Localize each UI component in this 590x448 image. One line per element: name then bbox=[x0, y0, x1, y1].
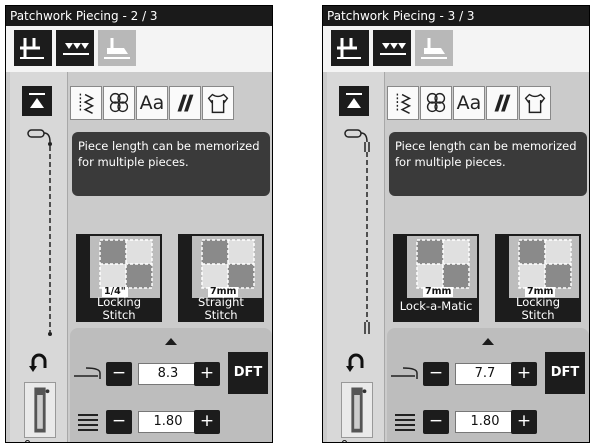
length-decrease-button[interactable]: − bbox=[106, 362, 132, 386]
stitch-tile-locking[interactable]: 7mm Locking Stitch bbox=[495, 234, 581, 322]
stitch-density-icon bbox=[78, 414, 98, 431]
stitch-tile-locking[interactable]: 1/4" Locking Stitch bbox=[76, 234, 162, 322]
screen-patchwork-2-of-3: Patchwork Piecing - 2 / 3 Aa Piece lengt… bbox=[5, 5, 273, 443]
stitch-length-icon bbox=[74, 367, 101, 379]
tile-label: Lock-a-Matic bbox=[399, 299, 473, 313]
letters-icon[interactable]: Aa bbox=[453, 86, 485, 120]
width-decrease-button[interactable]: − bbox=[106, 410, 132, 434]
stitch-tile-straight[interactable]: 7mm Straight Stitch bbox=[178, 234, 264, 322]
stitch-density-icon bbox=[395, 414, 415, 431]
stitch-panel: 0 Aa Piece length can be memorized for m… bbox=[323, 72, 589, 442]
utility-stitch-icon[interactable] bbox=[387, 86, 419, 120]
width-value[interactable]: 1.80 bbox=[455, 411, 515, 433]
quilt-icon[interactable] bbox=[486, 86, 518, 120]
presser-foot-icon[interactable] bbox=[98, 30, 136, 66]
adjustment-panel: − 7.7 + DFT − 1.80 + bbox=[387, 328, 589, 442]
stitch-mode-icon[interactable] bbox=[14, 30, 52, 66]
expand-up-icon[interactable] bbox=[482, 338, 494, 345]
presser-foot-indicator-icon bbox=[341, 382, 373, 438]
presser-foot-icon[interactable] bbox=[415, 30, 453, 66]
width-decrease-button[interactable]: − bbox=[423, 410, 449, 434]
adjustment-panel: − 8.3 + DFT − 1.80 + bbox=[70, 328, 272, 442]
garment-icon[interactable] bbox=[202, 86, 234, 120]
length-increase-button[interactable]: + bbox=[511, 362, 537, 386]
length-increase-button[interactable]: + bbox=[194, 362, 220, 386]
quilt-icon[interactable] bbox=[169, 86, 201, 120]
letters-icon[interactable]: Aa bbox=[136, 86, 168, 120]
length-value[interactable]: 7.7 bbox=[455, 363, 515, 385]
length-value[interactable]: 8.3 bbox=[138, 363, 198, 385]
decorative-stitch-icon[interactable] bbox=[56, 30, 94, 66]
stitch-start-icon[interactable] bbox=[22, 86, 52, 116]
stitch-start-icon[interactable] bbox=[339, 86, 369, 116]
info-line-1: Piece length can be memorized bbox=[78, 139, 260, 153]
window-title: Patchwork Piecing - 2 / 3 bbox=[6, 6, 272, 26]
width-value[interactable]: 1.80 bbox=[138, 411, 198, 433]
mode-toolbar bbox=[323, 26, 589, 72]
foot-number: 0 bbox=[24, 438, 31, 442]
width-increase-button[interactable]: + bbox=[511, 410, 537, 434]
info-line-2: for multiple pieces. bbox=[78, 155, 189, 169]
stitch-preview-column: 0 bbox=[10, 72, 68, 442]
seam-allowance-label: 7mm bbox=[423, 286, 454, 297]
length-decrease-button[interactable]: − bbox=[423, 362, 449, 386]
reverse-icon[interactable] bbox=[28, 352, 50, 374]
utility-stitch-icon[interactable] bbox=[70, 86, 102, 120]
decorative-stitch-icon[interactable] bbox=[373, 30, 411, 66]
letters-label: Aa bbox=[456, 92, 482, 114]
stitch-panel: 0 Aa Piece length can be memorized for m… bbox=[6, 72, 272, 442]
info-message: Piece length can be memorized for multip… bbox=[72, 132, 270, 196]
tile-label: Straight Stitch bbox=[198, 295, 244, 322]
window-title: Patchwork Piecing - 3 / 3 bbox=[323, 6, 589, 26]
width-increase-button[interactable]: + bbox=[194, 410, 220, 434]
info-line-1: Piece length can be memorized bbox=[395, 139, 577, 153]
letters-label: Aa bbox=[139, 92, 165, 114]
decorative-loop-icon[interactable] bbox=[420, 86, 452, 120]
stitch-mode-icon[interactable] bbox=[331, 30, 369, 66]
screen-patchwork-3-of-3: Patchwork Piecing - 3 / 3 Aa Piece lengt… bbox=[322, 5, 590, 443]
stitch-length-icon bbox=[391, 367, 418, 379]
info-line-2: for multiple pieces. bbox=[395, 155, 506, 169]
stitch-preview-column: 0 bbox=[327, 72, 385, 442]
expand-up-icon[interactable] bbox=[165, 338, 177, 345]
decorative-loop-icon[interactable] bbox=[103, 86, 135, 120]
dft-button[interactable]: DFT bbox=[228, 352, 268, 394]
tile-label: Locking Stitch bbox=[515, 295, 560, 322]
mode-toolbar bbox=[6, 26, 272, 72]
reverse-icon[interactable] bbox=[345, 352, 367, 374]
tile-label: Locking Stitch bbox=[96, 295, 141, 322]
dft-button[interactable]: DFT bbox=[545, 352, 585, 394]
presser-foot-indicator-icon bbox=[24, 382, 56, 438]
stitch-tile-lock-a-matic[interactable]: 7mm Lock-a-Matic bbox=[393, 234, 479, 322]
foot-number: 0 bbox=[341, 438, 348, 442]
garment-icon[interactable] bbox=[519, 86, 551, 120]
info-message: Piece length can be memorized for multip… bbox=[389, 132, 587, 196]
